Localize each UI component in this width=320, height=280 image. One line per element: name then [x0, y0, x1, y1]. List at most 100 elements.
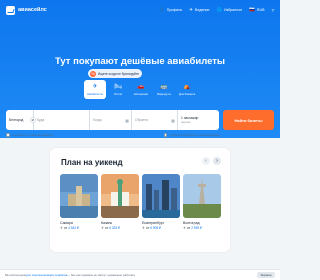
tab-label: Авиабилеты	[86, 91, 104, 96]
calendar-icon: ▦	[171, 117, 175, 123]
nav-label: Ведение	[195, 8, 210, 12]
chevron-left-icon[interactable]: ‹	[202, 157, 210, 165]
nav-booking[interactable]: ✈ Ведение	[189, 7, 209, 13]
card-city: Казань	[101, 221, 113, 225]
tent-icon: ⛺	[183, 83, 191, 90]
destination-placeholder: Куда	[37, 118, 45, 122]
card-price-line: ✈ от 6 333 ₽	[101, 226, 139, 230]
nav-label: RUB	[256, 8, 265, 12]
destination-card[interactable]: Екатеринбург ✈ от 5 909 ₽	[142, 174, 180, 230]
checkbox[interactable]	[6, 133, 10, 137]
help-icon: ?	[271, 7, 274, 13]
user-icon: 👤	[159, 7, 165, 12]
logo-icon	[6, 5, 15, 15]
tab-hotels[interactable]: 🛏 Отели	[107, 80, 129, 99]
cookie-banner: Мы используем для персонализации сервисо…	[0, 269, 280, 280]
price-prefix: от	[146, 226, 150, 230]
promo-text: Ищете когда не бронируйте	[98, 71, 140, 76]
passengers-field[interactable]: 1 пассажир эконом	[178, 110, 219, 130]
destination-card[interactable]: Казань ✈ от 6 333 ₽	[101, 174, 139, 230]
chevron-right-icon[interactable]: ›	[213, 157, 221, 165]
percent-icon: %	[90, 70, 96, 77]
nav-profile[interactable]: 👤 Профиль	[159, 7, 182, 13]
checkbox[interactable]	[163, 133, 168, 137]
tab-label: Автопрокат	[133, 91, 149, 96]
hero-headline: Тут покупают дешёвые авиабилеты	[54, 56, 226, 67]
nav-label: Избранное	[224, 8, 243, 12]
destination-field[interactable]: Куда	[34, 110, 90, 130]
destination-cards: Самара ✈ от 4 542 ₽ Казань ✈ от 6 333 ₽	[60, 174, 221, 230]
depart-placeholder: Когда	[93, 118, 102, 122]
tab-label: Отели	[113, 91, 123, 96]
destination-card[interactable]: Самара ✈ от 4 542 ₽	[60, 174, 98, 230]
globe-icon: 🌐	[216, 7, 223, 12]
city-photo	[183, 174, 221, 218]
class-value: эконом	[181, 120, 191, 124]
cookie-link[interactable]: для персонализации сервисов	[26, 273, 67, 277]
card-price: 4 542 ₽	[68, 226, 80, 230]
service-tabs: ✈ Авиабилеты 🛏 Отели 🚗 Автопрокат 🚌 Марш…	[84, 80, 198, 99]
plane-icon: ✈	[189, 7, 194, 12]
city-photo	[60, 174, 98, 218]
checkbox-label: Составить сложный маршрут	[11, 133, 54, 137]
origin-value: Белгород	[9, 118, 24, 122]
cookie-prefix: Мы используем	[5, 273, 26, 277]
city-photo	[101, 174, 139, 218]
card-city: Самара	[60, 221, 73, 225]
tab-routes[interactable]: 🚌 Маршруты	[153, 80, 175, 99]
plane-icon: ✈	[92, 83, 98, 90]
complex-route-option[interactable]: Составить сложный маршрут	[6, 133, 54, 137]
search-options: Составить сложный маршрут Открыть Остров…	[6, 133, 274, 137]
depart-date-field[interactable]: Когда ▦	[90, 110, 132, 130]
tab-business[interactable]: ⛺ Для бизнеса	[176, 80, 198, 99]
card-city: Екатеринбург	[142, 221, 165, 225]
return-date-field[interactable]: Обратно ▦	[132, 110, 178, 130]
card-price: 2 939 ₽	[191, 226, 203, 230]
tab-cars[interactable]: 🚗 Автопрокат	[130, 80, 152, 99]
cookie-ok-button[interactable]: Хорошо	[257, 272, 275, 278]
destination-card[interactable]: Волгоград ✈ от 2 939 ₽	[183, 174, 221, 230]
search-form: Белгород ⇄ Куда Когда ▦ Обратно ▦ 1 пасс…	[6, 110, 274, 130]
card-price: 6 333 ₽	[109, 226, 121, 230]
hotel-icon: 🛏	[114, 83, 122, 90]
plane-icon: ✈	[142, 226, 146, 230]
price-prefix: от	[105, 226, 109, 230]
find-tickets-button[interactable]: Найти билеты	[223, 110, 274, 130]
promo-pill[interactable]: % Ищете когда не бронируйте	[88, 69, 142, 78]
swap-icon[interactable]: ⇄	[30, 117, 36, 123]
tab-label: Маршруты	[157, 91, 171, 96]
return-placeholder: Обратно	[135, 118, 149, 122]
plane-icon: ✈	[60, 226, 64, 230]
top-navigation: авиасейлс 👤 Профиль ✈ Ведение 🌐 Избранно…	[6, 4, 274, 16]
card-price-line: ✈ от 4 542 ₽	[60, 226, 98, 230]
nav-favorites[interactable]: 🌐 Избранное	[216, 7, 242, 13]
header-nav: 👤 Профиль ✈ Ведение 🌐 Избранное 🇷🇺 RUB ?	[159, 7, 274, 13]
bus-icon: 🚌	[160, 83, 168, 90]
city-photo	[142, 174, 180, 218]
checkbox-label: Открыть Островок в новой вкладке	[169, 133, 220, 137]
calendar-icon: ▦	[125, 117, 129, 123]
price-prefix: от	[64, 226, 68, 230]
weekend-plan-section: План на уикенд ‹ › Самара ✈ от 4 542 ₽ К…	[50, 148, 230, 252]
tab-label: Для бизнеса	[178, 91, 196, 96]
price-prefix: от	[187, 226, 191, 230]
logo[interactable]: авиасейлс	[6, 5, 47, 15]
tab-flights[interactable]: ✈ Авиабилеты	[84, 80, 106, 99]
flag-icon: 🇷🇺	[249, 7, 255, 12]
section-title: План на уикенд	[61, 158, 123, 167]
car-icon: 🚗	[137, 83, 145, 90]
logo-text: авиасейлс	[18, 7, 47, 13]
nav-currency[interactable]: 🇷🇺 RUB	[249, 7, 264, 13]
origin-field[interactable]: Белгород ⇄	[6, 110, 36, 130]
card-price-line: ✈ от 5 909 ₽	[142, 226, 180, 230]
cookie-suffix: — без них сервисы не смогут нормально ра…	[67, 273, 136, 277]
hotel-tab-option[interactable]: Открыть Островок в новой вкладке	[163, 133, 220, 137]
plane-icon: ✈	[183, 226, 187, 230]
card-city: Волгоград	[183, 221, 200, 225]
carousel-controls: ‹ ›	[202, 157, 221, 165]
nav-label: Профиль	[166, 8, 183, 12]
nav-help[interactable]: ?	[271, 8, 274, 13]
plane-icon: ✈	[101, 226, 105, 230]
card-price: 5 909 ₽	[150, 226, 162, 230]
card-price-line: ✈ от 2 939 ₽	[183, 226, 221, 230]
